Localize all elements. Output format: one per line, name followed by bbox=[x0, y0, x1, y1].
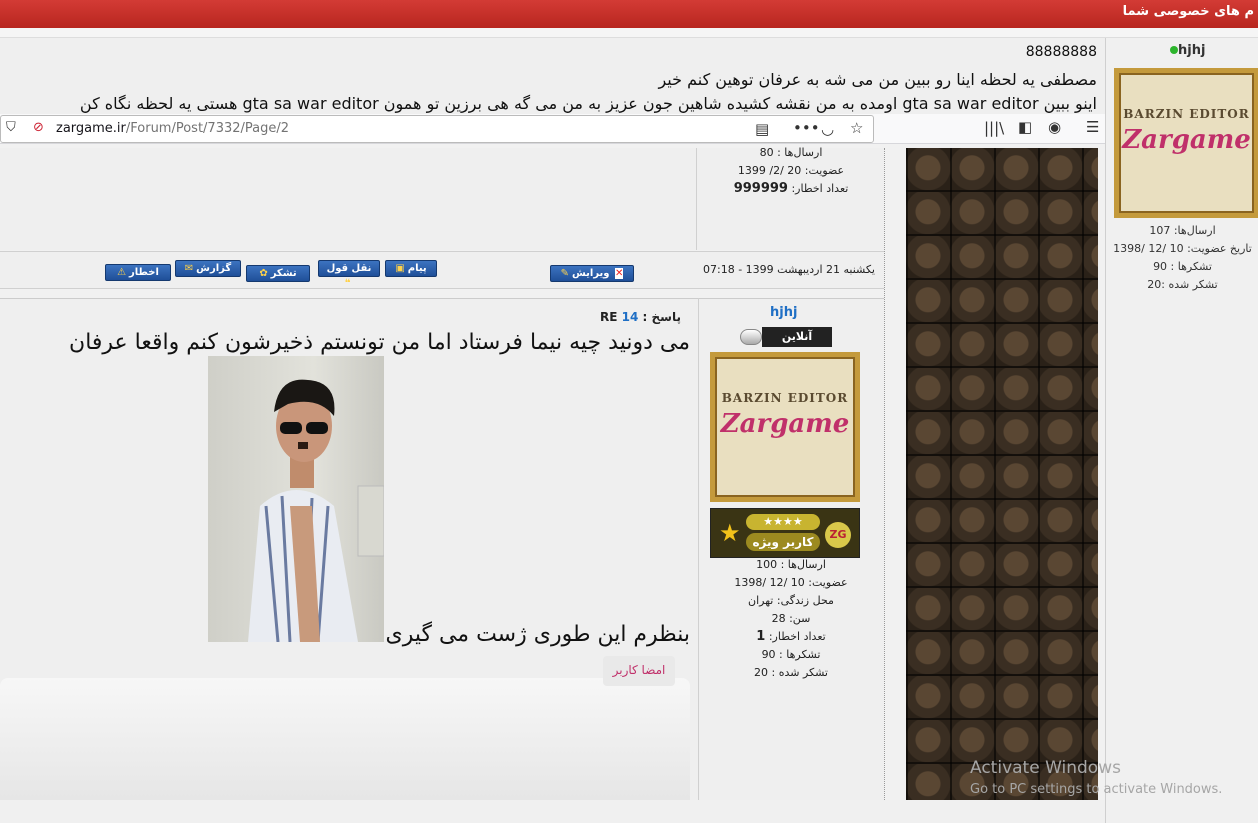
post-text-line: مصطفی یه لحظه اینا رو ببین من می شه به ع… bbox=[658, 70, 1097, 89]
reply-label: پاسخ : bbox=[642, 310, 681, 324]
insecure-lock-icon[interactable]: ⊘ bbox=[33, 120, 44, 135]
avatar-top-text: BARZIN EDITOR bbox=[721, 391, 849, 405]
stat-posts: ارسال‌ها : 100 bbox=[756, 558, 826, 571]
report-label: گزارش bbox=[196, 263, 232, 274]
warnings-value: 1 bbox=[756, 629, 766, 644]
photo-drawing bbox=[248, 379, 384, 642]
post-text-line: بنظرم این طوری ژست می گیری bbox=[385, 622, 691, 647]
rating-stars-icon: ★★★★ bbox=[746, 514, 820, 530]
username[interactable]: hjhj bbox=[1178, 43, 1205, 58]
vip-label: کاربر ویژه bbox=[746, 533, 820, 551]
reply-number-link[interactable]: 14 bbox=[622, 310, 639, 324]
post-date: یکشنبه 21 اردیبهشت 1399 - 07:18 bbox=[703, 263, 875, 276]
warn-button[interactable]: اخطار⚠ bbox=[105, 264, 171, 281]
edit-button[interactable]: ✕ ویرایش✎ bbox=[550, 265, 634, 282]
url-path: /Forum/Post/7332/Page/2 bbox=[125, 121, 290, 136]
private-messages-link[interactable]: م های خصوصی شما bbox=[1123, 4, 1254, 19]
thanks-icon: ✿ bbox=[259, 268, 268, 279]
page-bottom bbox=[0, 800, 1105, 823]
post-username[interactable]: hjhj bbox=[770, 305, 797, 320]
vip-badge: ★ ★★★★ کاربر ویژه ZG bbox=[710, 508, 860, 558]
url-bar[interactable]: ⛉ ⊘ zargame.ir/Forum/Post/7332/Page/2 ▤ … bbox=[0, 115, 874, 143]
warnings-value: 999999 bbox=[733, 181, 788, 196]
avatar-top-text: BARZIN EDITOR bbox=[1123, 107, 1250, 121]
stat-thanks: تشکرها : 90 bbox=[1153, 260, 1212, 273]
delete-icon[interactable]: ✕ bbox=[615, 268, 624, 279]
user-stats: ارسال‌ها: 107 تاریخ عضویت: 10 /12 /1398 … bbox=[1106, 222, 1258, 294]
url-host: zargame.ir bbox=[56, 121, 126, 136]
pencil-icon: ✎ bbox=[560, 268, 569, 279]
warning-icon: ⚠ bbox=[117, 267, 127, 278]
post-user-stats: ارسال‌ها : 100 عضویت: 10 /12 /1398 محل ز… bbox=[698, 556, 884, 682]
stat-joined: عضویت: 20 /2/ 1399 bbox=[737, 164, 845, 177]
online-label: آنلاین bbox=[762, 327, 832, 347]
thanks-button[interactable]: تشکر✿ bbox=[246, 265, 310, 282]
stat-joined: عضویت: 10 /12 /1398 bbox=[734, 576, 848, 589]
status-toggle-icon bbox=[740, 329, 762, 345]
top-bar-spacer bbox=[0, 28, 1258, 38]
message-icon: ▣ bbox=[395, 263, 405, 274]
username-row[interactable]: hjhj bbox=[1166, 43, 1205, 58]
star-icon: ★ bbox=[719, 519, 741, 547]
stat-age: سن: 28 bbox=[771, 612, 811, 625]
previous-post-user-stats: ارسال‌ها : 80 عضویت: 20 /2/ 1399 تعداد ا… bbox=[698, 144, 884, 198]
post-user-avatar: BARZIN EDITOR Zargame bbox=[710, 352, 860, 502]
zg-logo-icon: ZG bbox=[825, 522, 851, 548]
report-button[interactable]: گزارش✉ bbox=[175, 260, 241, 277]
re-label: RE bbox=[600, 310, 618, 324]
menu-icon[interactable]: ☰ bbox=[1086, 118, 1099, 136]
message-button[interactable]: پیام▣ bbox=[385, 260, 437, 277]
warnings-label: تعداد اخطار: bbox=[791, 182, 849, 195]
signature-box bbox=[0, 678, 690, 800]
previous-post-text: 88888888 مصطفی یه لحظه اینا رو ببین من م… bbox=[0, 38, 1105, 114]
shield-icon[interactable]: ⛉ bbox=[6, 120, 16, 135]
post-text-line: می دونید چیه نیما فرستاد اما من تونستم ذ… bbox=[69, 330, 690, 355]
post-user-divider bbox=[698, 298, 699, 800]
activate-windows-subtitle: Go to PC settings to activate Windows. bbox=[970, 782, 1223, 797]
stat-thanked: تشکر شده : 20 bbox=[754, 666, 828, 679]
url-text[interactable]: zargame.ir/Forum/Post/7332/Page/2 bbox=[56, 121, 289, 136]
post-action-bar: یکشنبه 21 اردیبهشت 1399 - 07:18 ✕ ویرایش… bbox=[0, 251, 884, 289]
warn-label: اخطار bbox=[129, 267, 159, 278]
quote-label: نقل قول bbox=[326, 263, 372, 274]
quote-icon: ❝ bbox=[344, 278, 351, 289]
reader-view-icon[interactable]: ▤ bbox=[755, 120, 769, 138]
stat-posts: ارسال‌ها: 107 bbox=[1149, 224, 1216, 237]
user-side-panel: hjhj BARZIN EDITOR Zargame ارسال‌ها: 107… bbox=[1105, 38, 1258, 823]
stat-warnings: تعداد اخطار: 999999 bbox=[698, 180, 884, 198]
account-icon[interactable]: ◉ bbox=[1048, 118, 1061, 136]
activate-windows-title: Activate Windows bbox=[970, 758, 1121, 778]
thanks-label: تشکر bbox=[270, 268, 297, 279]
stat-thanked: تشکر شده :20 bbox=[1147, 278, 1218, 291]
page-actions-icon[interactable]: ••• bbox=[793, 119, 820, 137]
post-header: پاسخ : 14 RE bbox=[600, 310, 681, 324]
library-icon[interactable]: |||\ bbox=[984, 119, 1004, 137]
stat-posts: ارسال‌ها : 80 bbox=[759, 146, 823, 159]
online-status: آنلاین bbox=[740, 327, 832, 347]
pocket-icon[interactable]: ◡ bbox=[821, 120, 834, 138]
signature-tab[interactable]: امضا کاربر bbox=[603, 656, 675, 686]
stat-warnings: تعداد اخطار: 1 bbox=[698, 628, 884, 646]
post-text-line: اینو ببین gta sa war editor اومده به من … bbox=[79, 94, 1097, 113]
quote-button[interactable]: نقل قول ❝ bbox=[318, 260, 380, 289]
divider bbox=[884, 148, 885, 800]
user-avatar: BARZIN EDITOR Zargame bbox=[1114, 68, 1258, 218]
previous-post-content bbox=[0, 148, 697, 250]
stat-location: محل زندگی: تهران bbox=[748, 594, 834, 607]
post-image bbox=[208, 356, 384, 642]
message-label: پیام bbox=[407, 263, 427, 274]
report-icon: ✉ bbox=[184, 263, 194, 274]
bookmark-star-icon[interactable]: ☆ bbox=[850, 119, 863, 137]
warnings-label: تعداد اخطار: bbox=[768, 630, 826, 643]
sidebar-icon[interactable]: ◧ bbox=[1018, 118, 1032, 136]
avatar-logo-text: Zargame bbox=[1122, 125, 1251, 155]
top-bar: م های خصوصی شما bbox=[0, 0, 1258, 28]
edit-label: ویرایش bbox=[572, 268, 610, 279]
avatar-logo-text: Zargame bbox=[720, 409, 850, 439]
stat-thanks: تشکرها : 90 bbox=[761, 648, 821, 661]
decorative-background-pattern bbox=[906, 148, 1098, 800]
online-dot-icon bbox=[1170, 46, 1178, 54]
post-text-line: 88888888 bbox=[1025, 44, 1097, 60]
stat-joined: تاریخ عضویت: 10 /12 /1398 bbox=[1113, 242, 1252, 255]
